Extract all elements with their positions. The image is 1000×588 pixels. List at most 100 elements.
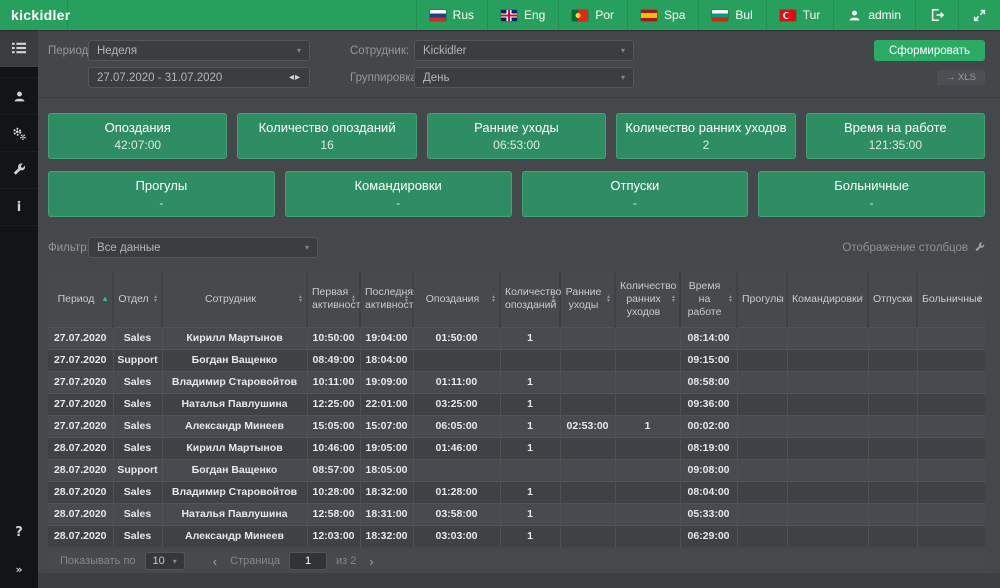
column-header[interactable]: Первая активность▲▼ — [307, 272, 360, 327]
sort-icon: ▲▼ — [859, 295, 864, 303]
period-label: Период: — [48, 45, 88, 57]
lang-tur-button[interactable]: Tur — [766, 0, 834, 30]
sidebar-item-reports[interactable] — [0, 30, 38, 67]
data-filter-select[interactable]: Все данные ▾ — [88, 237, 318, 258]
column-header[interactable]: Период ▲ — [48, 272, 113, 327]
sidebar-item-settings[interactable] — [0, 115, 38, 152]
column-header[interactable]: Командировки▲▼ — [787, 272, 868, 327]
sort-asc-icon: ▲ — [101, 294, 109, 304]
table-cell — [737, 371, 787, 393]
lang-eng-button[interactable]: Eng — [487, 0, 558, 30]
table-cell: 06:05:00 — [413, 415, 500, 437]
column-header[interactable]: Ранние уходы▲▼ — [560, 272, 615, 327]
table-cell: 15:05:00 — [307, 415, 360, 437]
chevron-down-icon: ▾ — [621, 73, 625, 82]
page-input[interactable] — [289, 552, 327, 570]
double-chevron-right-icon: » — [15, 563, 22, 576]
sidebar-item-tools[interactable] — [0, 152, 38, 189]
column-header[interactable]: Больничные▲▼ — [917, 272, 985, 327]
lang-rus-button[interactable]: Rus — [416, 0, 487, 30]
table-cell: Кирилл Мартынов — [162, 327, 307, 349]
column-header[interactable]: Время на работе▲▼ — [680, 272, 737, 327]
table-cell — [615, 459, 680, 481]
table-cell — [917, 459, 985, 481]
kickidler-logo: kickidler — [0, 0, 68, 30]
lang-label: Tur — [803, 8, 821, 22]
user-menu[interactable]: admin — [833, 0, 915, 30]
table-cell: Богдан Ващенко — [162, 459, 307, 481]
employee-select[interactable]: Kickidler ▾ — [414, 40, 634, 61]
grouping-select[interactable]: День ▾ — [414, 67, 634, 88]
table-row: 27.07.2020SalesАлександр Минеев15:05:001… — [48, 415, 985, 437]
table-cell: 08:58:00 — [680, 371, 737, 393]
table-cell — [560, 371, 615, 393]
column-header[interactable]: Опоздания▲▼ — [413, 272, 500, 327]
generate-report-button[interactable]: Сформировать — [874, 40, 985, 61]
table-cell: 1 — [500, 503, 560, 525]
table-cell — [917, 327, 985, 349]
table-row: 27.07.2020SalesКирилл Мартынов10:50:0019… — [48, 327, 985, 349]
table-cell — [560, 459, 615, 481]
topbar-spacer — [68, 0, 416, 30]
export-xls-button[interactable]: → XLS — [937, 70, 985, 85]
lang-por-button[interactable]: Por — [558, 0, 627, 30]
card-value: 2 — [703, 138, 710, 152]
table-cell: 03:25:00 — [413, 393, 500, 415]
table-cell — [737, 327, 787, 349]
column-header[interactable]: Отдел▲▼ — [113, 272, 162, 327]
prev-page-button[interactable]: ‹ — [209, 554, 221, 569]
sidebar-item-employees[interactable] — [0, 78, 38, 115]
column-header[interactable]: Отпуски▲▼ — [868, 272, 917, 327]
logout-button[interactable] — [915, 0, 958, 30]
period-select[interactable]: Неделя ▾ — [88, 40, 310, 61]
columns-display-toggle[interactable]: Отображение столбцов — [842, 242, 985, 254]
sort-icon: ▲▼ — [728, 295, 733, 303]
kickidler-app: kickidler RusEngPorSpaBul Tur admin — [0, 0, 1000, 588]
question-icon: ? — [15, 525, 23, 540]
sidebar-item-help[interactable]: ? — [0, 514, 38, 551]
pagination-bar: Показывать по 10 ▾ ‹ Страница из 2 › — [48, 549, 985, 573]
page-size-select[interactable]: 10 ▾ — [145, 552, 185, 570]
table-cell: Владимир Старовойтов — [162, 481, 307, 503]
fullscreen-button[interactable] — [958, 0, 1000, 30]
columns-display-label: Отображение столбцов — [842, 242, 968, 254]
summary-card: Время на работе121:35:00 — [806, 113, 985, 159]
column-header[interactable]: Последняя активность▲▼ — [360, 272, 413, 327]
table-cell — [615, 525, 680, 547]
card-value: 42:07:00 — [114, 138, 161, 152]
table-cell: Кирилл Мартынов — [162, 437, 307, 459]
column-header-label: Первая активность — [312, 286, 366, 311]
bottom-strip — [38, 573, 1000, 588]
table-cell: Sales — [113, 327, 162, 349]
lang-spa-button[interactable]: Spa — [627, 0, 698, 30]
table-row: 28.07.2020SalesНаталья Павлушина12:58:00… — [48, 503, 985, 525]
column-header-label: Последняя активность — [365, 286, 419, 311]
table-cell: 10:46:00 — [307, 437, 360, 459]
card-value: - — [396, 196, 400, 210]
lang-bul-button[interactable]: Bul — [698, 0, 765, 30]
card-title: Количество опозданий — [259, 120, 396, 135]
next-period-icon[interactable]: ▸ — [295, 72, 301, 83]
card-title: Командировки — [354, 178, 441, 193]
table-cell: 1 — [500, 327, 560, 349]
table-cell — [787, 415, 868, 437]
column-header[interactable]: Количество опозданий▲▼ — [500, 272, 560, 327]
sidebar-collapse-toggle[interactable]: » — [0, 551, 38, 588]
next-page-button[interactable]: › — [365, 554, 377, 569]
table-cell: 02:53:00 — [560, 415, 615, 437]
column-header[interactable]: Количество ранних уходов▲▼ — [615, 272, 680, 327]
table-cell — [560, 393, 615, 415]
table-cell: 08:14:00 — [680, 327, 737, 349]
language-switcher: RusEngPorSpaBul Tur — [416, 0, 834, 30]
card-value: 16 — [320, 138, 333, 152]
data-filter-value: Все данные — [97, 242, 160, 254]
column-header[interactable]: Сотрудник▲▼ — [162, 272, 307, 327]
chevron-down-icon: ▾ — [297, 46, 301, 55]
table-cell: 08:19:00 — [680, 437, 737, 459]
table-cell — [868, 525, 917, 547]
date-range-field[interactable]: 27.07.2020 - 31.07.2020 ◂▸ — [88, 67, 310, 88]
sidebar-item-info[interactable]: i — [0, 189, 38, 226]
column-header-label: Период — [58, 293, 95, 305]
table-cell: 10:50:00 — [307, 327, 360, 349]
column-header[interactable]: Прогулы▲▼ — [737, 272, 787, 327]
